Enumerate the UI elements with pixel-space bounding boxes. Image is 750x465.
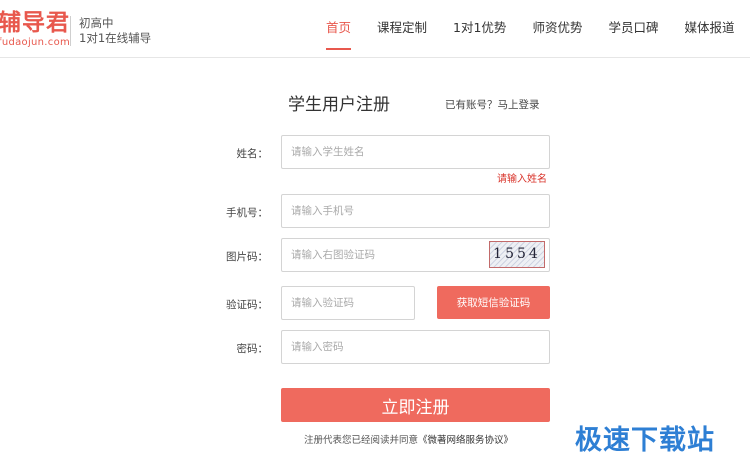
- logo-divider: [70, 16, 71, 46]
- nav-item-course-custom[interactable]: 课程定制: [377, 0, 427, 58]
- slogan-line-2: 1对1在线辅导: [79, 31, 152, 45]
- captcha-image[interactable]: 1554: [489, 241, 545, 268]
- watermark: 极速下载站: [575, 425, 715, 456]
- site-logo[interactable]: 辅导君 fudaojun.com: [0, 10, 70, 48]
- agreement-text: 注册代表您已经阅读并同意《微著网络服务协议》: [304, 432, 513, 446]
- password-input[interactable]: [281, 330, 550, 364]
- slogan-line-1: 初高中: [79, 16, 114, 30]
- get-sms-code-button[interactable]: 获取短信验证码: [437, 286, 550, 319]
- login-link[interactable]: 已有账号？马上登录: [445, 97, 540, 112]
- nav-item-one-on-one[interactable]: 1对1优势: [453, 0, 506, 58]
- register-button[interactable]: 立即注册: [281, 388, 550, 422]
- nav-item-media[interactable]: 媒体报道: [684, 0, 734, 58]
- sms-code-label: 验证码：: [226, 299, 268, 311]
- agreement-link[interactable]: 《微著网络服务协议》: [418, 435, 513, 446]
- form-title: 学生用户注册: [288, 95, 390, 115]
- logo-text: 辅导君: [0, 10, 70, 36]
- sms-code-input[interactable]: [281, 286, 415, 320]
- agreement-prefix: 注册代表您已经阅读并同意: [304, 435, 419, 446]
- phone-label: 手机号：: [226, 207, 268, 219]
- site-header: 辅导君 fudaojun.com 初高中 1对1在线辅导 首页 课程定制 1对1…: [0, 0, 750, 58]
- captcha-label: 图片码：: [226, 251, 268, 263]
- slogan: 初高中 1对1在线辅导: [79, 16, 151, 46]
- name-input[interactable]: [281, 135, 550, 169]
- phone-input[interactable]: [281, 194, 550, 228]
- nav-item-teachers[interactable]: 师资优势: [532, 0, 582, 58]
- nav-item-testimonials[interactable]: 学员口碑: [608, 0, 658, 58]
- logo-domain: fudaojun.com: [0, 37, 71, 48]
- name-label: 姓名：: [236, 148, 269, 160]
- main-nav: 首页 课程定制 1对1优势 师资优势 学员口碑 媒体报道 教: [326, 0, 750, 58]
- password-label: 密码：: [236, 343, 269, 355]
- name-error-message: 请输入姓名: [497, 174, 547, 185]
- nav-item-home[interactable]: 首页: [326, 0, 352, 58]
